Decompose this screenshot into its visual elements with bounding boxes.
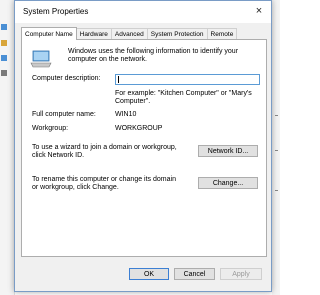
system-properties-dialog: System Properties × Computer Name Hardwa… bbox=[14, 0, 272, 292]
background-shield-icon bbox=[1, 55, 7, 61]
network-id-button[interactable]: Network ID... bbox=[198, 145, 258, 157]
window-title: System Properties bbox=[23, 7, 89, 16]
full-computer-name-value: WIN10 bbox=[115, 111, 137, 118]
workgroup-label: Workgroup: bbox=[32, 125, 69, 132]
cancel-button[interactable]: Cancel bbox=[174, 268, 215, 280]
ok-button[interactable]: OK bbox=[129, 268, 169, 280]
background-shield-icon bbox=[1, 40, 7, 46]
change-button[interactable]: Change... bbox=[198, 177, 258, 189]
computer-description-input[interactable] bbox=[115, 74, 260, 85]
computer-icon bbox=[30, 50, 52, 68]
background-gear-icon bbox=[1, 70, 7, 76]
description-example: For example: "Kitchen Computer" or "Mary… bbox=[115, 90, 252, 105]
computer-name-panel: Windows uses the following information t… bbox=[21, 39, 267, 257]
network-id-text: To use a wizard to join a domain or work… bbox=[32, 144, 177, 159]
background-tick bbox=[275, 115, 278, 116]
background-tick bbox=[275, 150, 278, 151]
background-window-right-edge bbox=[272, 0, 280, 295]
close-icon[interactable]: × bbox=[252, 4, 266, 18]
computer-description-label: Computer description: bbox=[32, 75, 101, 82]
tab-computer-name[interactable]: Computer Name bbox=[21, 27, 77, 40]
text-caret bbox=[118, 76, 119, 83]
workgroup-value: WORKGROUP bbox=[115, 125, 163, 132]
full-computer-name-label: Full computer name: bbox=[32, 111, 96, 118]
background-tick bbox=[275, 190, 278, 191]
apply-button[interactable]: Apply bbox=[220, 268, 262, 280]
background-folder-icon bbox=[1, 24, 7, 30]
title-bar[interactable]: System Properties × bbox=[15, 1, 271, 23]
change-text: To rename this computer or change its do… bbox=[32, 176, 176, 191]
intro-text: Windows uses the following information t… bbox=[68, 48, 239, 63]
background-window-strip bbox=[0, 0, 15, 295]
